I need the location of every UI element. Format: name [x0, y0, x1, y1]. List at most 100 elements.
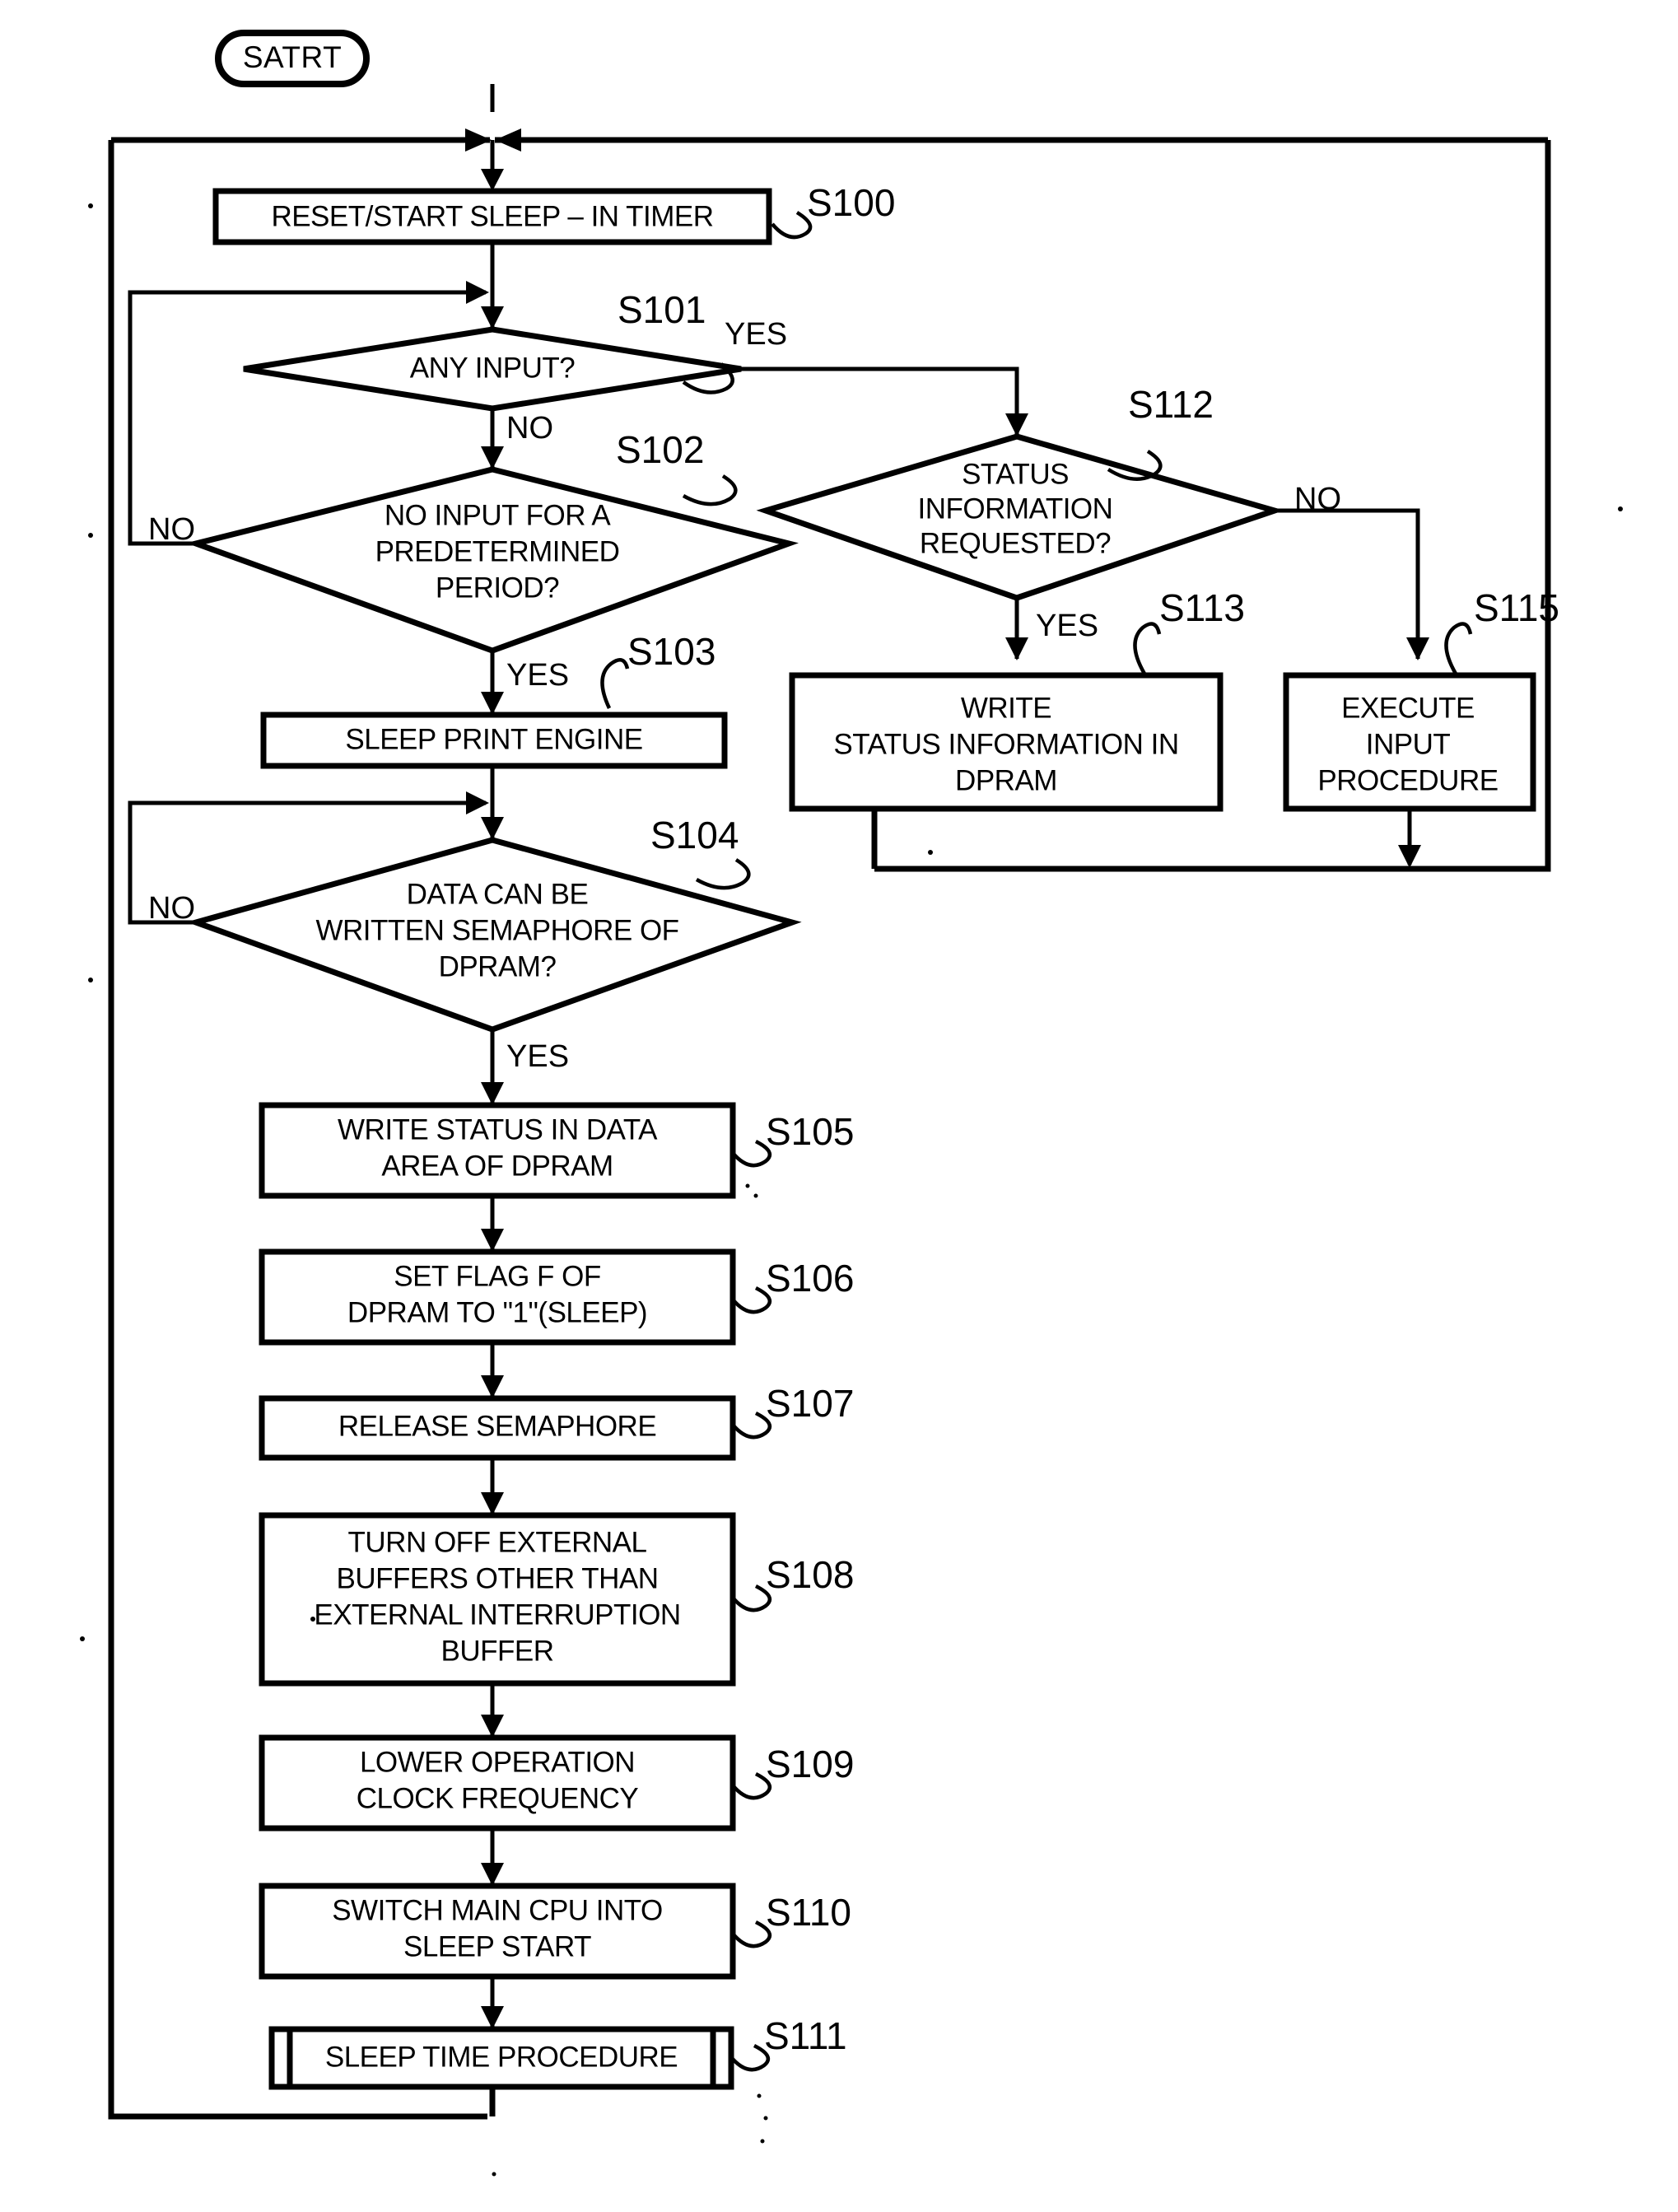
arrowhead-to-s112: [1005, 413, 1028, 436]
s111-box-label: SLEEP TIME PROCEDURE: [325, 2041, 678, 2073]
scan-speck: [492, 2172, 496, 2177]
node-s112: STATUS INFORMATION REQUESTED?: [756, 433, 1284, 601]
s102-step-label: S102: [616, 428, 704, 471]
s106-box-line-2: DPRAM TO "1"(SLEEP): [347, 1296, 647, 1328]
flowchart-page: SATRT RESET/START SLEEP – IN TIMER S100 …: [0, 0, 1678, 2212]
node-s106: SET FLAG F OF DPRAM TO "1"(SLEEP): [259, 1248, 736, 1346]
arrowhead-s104-no-return: [466, 791, 489, 814]
node-s110: SWITCH MAIN CPU INTO SLEEP START: [259, 1883, 736, 1980]
start-terminator-label: SATRT: [243, 40, 342, 74]
s104-yes-label: YES: [506, 1039, 569, 1074]
s108-box-line-1: TURN OFF EXTERNAL: [348, 1526, 647, 1558]
scan-speck: [745, 1183, 750, 1188]
s105-leader-line: [731, 1139, 772, 1168]
node-s113: WRITE STATUS INFORMATION IN DPRAM: [789, 672, 1224, 812]
s107-step-label: S107: [766, 1382, 854, 1425]
arrowhead-to-s107: [481, 1375, 504, 1398]
s112-diamond-line-2: INFORMATION: [918, 492, 1113, 525]
arrowhead-right-return: [495, 128, 521, 152]
s111-step-label: S111: [764, 2014, 847, 2057]
scan-speck: [1618, 506, 1623, 511]
scan-speck: [753, 1193, 758, 1198]
arrowhead-s115-join: [1398, 845, 1421, 868]
node-s111: SLEEP TIME PROCEDURE: [268, 2026, 734, 2090]
s105-box-line-1: WRITE STATUS IN DATA: [338, 1113, 658, 1146]
s101-diamond-label: ANY INPUT?: [410, 352, 576, 384]
s104-step-label: S104: [650, 814, 739, 856]
s102-diamond-line-1: NO INPUT FOR A: [385, 499, 611, 531]
s108-leader-line: [731, 1584, 772, 1612]
node-s103: SLEEP PRINT ENGINE: [260, 712, 728, 769]
s106-step-label: S106: [766, 1257, 854, 1300]
s115-box-line-2: INPUT: [1366, 728, 1451, 760]
s110-leader-line: [731, 1920, 772, 1948]
arrowhead-to-s100: [481, 169, 504, 191]
s109-box-line-2: CLOCK FREQUENCY: [357, 1782, 639, 1814]
s101-yes-label: YES: [725, 317, 787, 352]
s112-diamond-line-1: STATUS: [962, 458, 1069, 490]
s115-box-line-1: EXECUTE: [1341, 692, 1475, 724]
s105-step-label: S105: [766, 1110, 854, 1153]
s103-box-label: SLEEP PRINT ENGINE: [345, 723, 642, 755]
s106-box-line-1: SET FLAG F OF: [394, 1260, 601, 1292]
node-s107: RELEASE SEMAPHORE: [259, 1395, 736, 1461]
s102-diamond-line-2: PREDETERMINED: [375, 535, 620, 567]
s107-box-label: RELEASE SEMAPHORE: [338, 1410, 656, 1442]
s113-box-line-1: WRITE: [961, 692, 1051, 724]
s115-leader-line: [1444, 622, 1473, 675]
s105-box-line-2: AREA OF DPRAM: [381, 1150, 613, 1182]
s100-box-label: RESET/START SLEEP – IN TIMER: [271, 200, 713, 232]
arrowhead-to-s103: [481, 692, 504, 715]
scan-speck: [80, 1636, 85, 1641]
s107-leader-line: [731, 1411, 772, 1440]
s113-step-label: S113: [1159, 586, 1245, 629]
s101-step-label: S101: [618, 288, 706, 331]
s110-box-line-2: SLEEP START: [403, 1930, 591, 1962]
arrowhead-to-s105: [481, 1082, 504, 1105]
arrowhead-to-s109: [481, 1715, 504, 1738]
s104-diamond-line-3: DPRAM?: [439, 950, 557, 982]
s102-diamond-line-3: PERIOD?: [436, 572, 559, 604]
s113-leader-line: [1133, 622, 1162, 675]
scan-speck: [310, 1617, 315, 1622]
node-s108: TURN OFF EXTERNAL BUFFERS OTHER THAN EXT…: [259, 1512, 736, 1687]
s109-leader-line: [731, 1771, 772, 1800]
s100-step-label: S100: [807, 181, 895, 224]
node-s104: DATA CAN BE WRITTEN SEMAPHORE OF DPRAM?: [186, 837, 802, 1033]
arrowhead-to-s102: [481, 446, 504, 469]
node-s101: ANY INPUT?: [243, 326, 742, 412]
s108-box-line-2: BUFFERS OTHER THAN: [337, 1562, 659, 1594]
arrowhead-left-return: [465, 128, 492, 152]
node-s105: WRITE STATUS IN DATA AREA OF DPRAM: [259, 1102, 736, 1199]
scan-speck: [88, 533, 93, 538]
s103-leader-line: [600, 657, 630, 709]
arrowhead-to-s108: [481, 1492, 504, 1515]
s104-diamond-line-1: DATA CAN BE: [407, 878, 589, 910]
s100-leader-line: [771, 211, 813, 240]
arrowhead-to-s110: [481, 1863, 504, 1886]
arrowhead-s102-no-return: [466, 281, 489, 304]
node-s115: EXECUTE INPUT PROCEDURE: [1283, 672, 1536, 812]
s112-step-label: S112: [1128, 383, 1214, 426]
s112-yes-label: YES: [1036, 609, 1098, 643]
node-s100: RESET/START SLEEP – IN TIMER: [212, 188, 772, 245]
s110-step-label: S110: [766, 1891, 851, 1934]
s113-box-line-2: STATUS INFORMATION IN: [833, 728, 1178, 760]
edge-s101-yes-to-s112: [741, 366, 1019, 435]
s104-diamond-line-2: WRITTEN SEMAPHORE OF: [315, 914, 678, 946]
scan-speck: [757, 2093, 762, 2098]
s109-step-label: S109: [766, 1743, 854, 1785]
arrowhead-to-s111: [481, 2006, 504, 2029]
node-s102: NO INPUT FOR A PREDETERMINED PERIOD?: [186, 466, 799, 654]
s106-leader-line: [731, 1286, 772, 1314]
s103-step-label: S103: [627, 630, 715, 673]
s108-box-line-3: EXTERNAL INTERRUPTION: [314, 1598, 680, 1631]
arrowhead-to-s104: [481, 817, 504, 840]
arrowhead-to-s115: [1406, 637, 1429, 660]
scan-speck: [763, 2116, 768, 2121]
edge-s112-no-to-s115: [1275, 508, 1420, 659]
arrowhead-to-s113: [1005, 637, 1028, 660]
s110-box-line-1: SWITCH MAIN CPU INTO: [332, 1894, 663, 1926]
s104-leader-line: [695, 858, 751, 890]
s102-yes-label: YES: [506, 658, 569, 693]
